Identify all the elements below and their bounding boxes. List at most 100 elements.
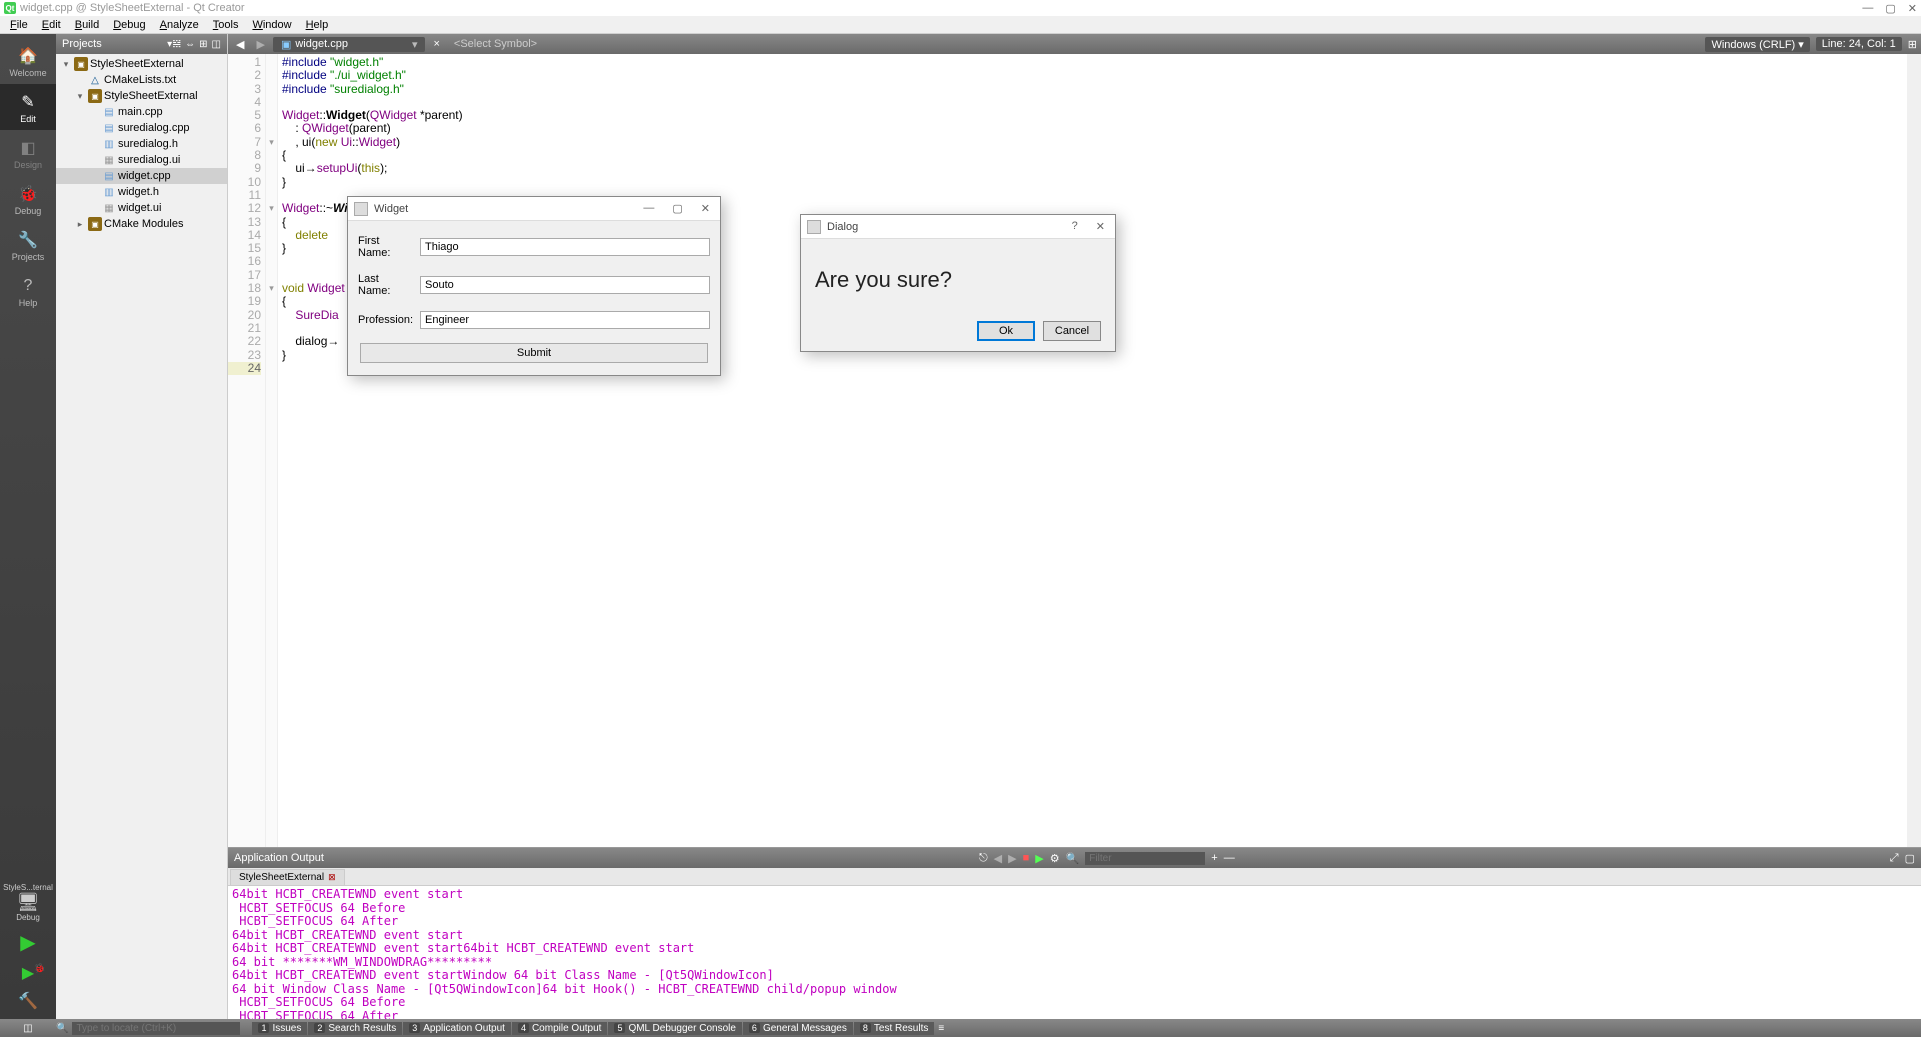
fold-column[interactable]: ▾ ▾ ▾	[266, 54, 278, 847]
help-icon: ?	[14, 274, 42, 298]
nav-forward-button[interactable]: ▶	[252, 38, 268, 51]
filter-icon[interactable]: ▾𝍇	[167, 39, 181, 50]
prev-icon[interactable]: ◀	[994, 852, 1002, 865]
run-debug-button[interactable]: ▶🐞	[22, 963, 34, 983]
menu-window[interactable]: Window	[246, 17, 297, 33]
menu-analyze[interactable]: Analyze	[154, 17, 205, 33]
tabs-overflow-icon[interactable]: ≡	[938, 1023, 944, 1034]
menu-tools[interactable]: Tools	[207, 17, 245, 33]
mode-rail: 🏠 Welcome ✎ Edit ◧ Design 🐞 Debug 🔧 Proj…	[0, 34, 56, 1019]
sidebar-toggle-icon[interactable]: ◫	[23, 1023, 32, 1034]
qt-logo-icon: Qt	[4, 2, 16, 14]
submit-button[interactable]: Submit	[360, 343, 708, 363]
projects-panel-header: Projects ▾𝍇 ⇔ ⊞ ◫	[56, 34, 227, 54]
mode-projects[interactable]: 🔧 Projects	[0, 222, 56, 268]
dialog-minimize-button[interactable]: —	[639, 202, 658, 215]
mode-debug[interactable]: 🐞 Debug	[0, 176, 56, 222]
status-tab[interactable]: 5QML Debugger Console	[608, 1022, 741, 1035]
tree-item[interactable]: △CMakeLists.txt	[56, 72, 227, 88]
run-button[interactable]: ▶	[20, 930, 35, 955]
tree-item[interactable]: ▦suredialog.ui	[56, 152, 227, 168]
last-name-input[interactable]	[420, 276, 710, 294]
window-minimize-button[interactable]: —	[1862, 2, 1873, 15]
output-text[interactable]: 64bit HCBT_CREATEWND event start HCBT_SE…	[228, 886, 1921, 1019]
attach-icon[interactable]: ⎋	[979, 852, 988, 865]
stop-icon[interactable]: ■	[1023, 852, 1030, 864]
code-editor[interactable]: 123456789101112131415161718192021222324 …	[228, 54, 1921, 847]
mode-edit[interactable]: ✎ Edit	[0, 84, 56, 130]
widget-dialog: Widget — ▢ ✕ First Name: Last Name: Prof…	[347, 196, 721, 376]
first-name-input[interactable]	[420, 238, 710, 256]
ok-button[interactable]: Ok	[977, 321, 1035, 341]
tree-item[interactable]: ▸▣CMake Modules	[56, 216, 227, 232]
tree-item[interactable]: ▦widget.ui	[56, 200, 227, 216]
menu-build[interactable]: Build	[69, 17, 105, 33]
window-close-button[interactable]: ✕	[1908, 2, 1917, 15]
tree-item[interactable]: ▥widget.h	[56, 184, 227, 200]
tree-item[interactable]: ▾▣StyleSheetExternal	[56, 88, 227, 104]
edit-icon: ✎	[14, 90, 42, 114]
split-editor-icon[interactable]: ⊞	[1908, 38, 1917, 51]
nav-back-button[interactable]: ◀	[232, 38, 248, 51]
cancel-button[interactable]: Cancel	[1043, 321, 1101, 341]
split-icon[interactable]: ◫	[212, 39, 221, 50]
widget-dialog-titlebar[interactable]: Widget — ▢ ✕	[348, 197, 720, 221]
kit-selector[interactable]: StyleS...ternal 🖥 Debug	[3, 883, 53, 922]
locator-input[interactable]	[72, 1022, 240, 1035]
tree-item[interactable]: ▾▣StyleSheetExternal	[56, 56, 227, 72]
dialog-help-button[interactable]: ?	[1068, 220, 1082, 233]
build-button[interactable]: 🔨	[18, 991, 38, 1011]
add-output-icon[interactable]: +	[1211, 852, 1217, 864]
tree-item[interactable]: ▤suredialog.cpp	[56, 120, 227, 136]
line-ending-selector[interactable]: Windows (CRLF) ▾	[1705, 37, 1809, 52]
line-number-gutter: 123456789101112131415161718192021222324	[228, 54, 266, 847]
menu-help[interactable]: Help	[300, 17, 335, 33]
confirm-dialog-titlebar[interactable]: Dialog ? ✕	[801, 215, 1115, 239]
open-file-dropdown[interactable]: ▣ widget.cpp ▾	[273, 37, 426, 52]
status-tab[interactable]: 2Search Results	[308, 1022, 402, 1035]
dialog-app-icon	[807, 220, 821, 234]
code-text[interactable]: #include "widget.h"#include "./ui_widget…	[278, 54, 1921, 847]
dialog-maximize-button[interactable]: ▢	[668, 202, 686, 215]
status-tab[interactable]: 3Application Output	[403, 1022, 511, 1035]
close-tab-icon[interactable]: ⊠	[328, 872, 336, 883]
tree-item[interactable]: ▤main.cpp	[56, 104, 227, 120]
dialog-close-button[interactable]: ✕	[1092, 220, 1109, 233]
editor-scrollbar[interactable]	[1907, 54, 1921, 847]
window-maximize-button[interactable]: ▢	[1885, 2, 1895, 15]
output-tab[interactable]: StyleSheetExternal ⊠	[230, 869, 345, 885]
dialog-close-button[interactable]: ✕	[697, 202, 714, 215]
close-output-icon[interactable]: ▢	[1905, 852, 1915, 865]
next-icon[interactable]: ▶	[1008, 852, 1016, 865]
menu-debug[interactable]: Debug	[107, 17, 151, 33]
add-icon[interactable]: ⊞	[199, 39, 207, 50]
tree-item[interactable]: ▥suredialog.h	[56, 136, 227, 152]
settings-icon[interactable]: ⚙	[1050, 852, 1060, 865]
dialog-app-icon	[354, 202, 368, 216]
profession-input[interactable]	[420, 311, 710, 329]
menu-edit[interactable]: Edit	[36, 17, 67, 33]
mode-welcome[interactable]: 🏠 Welcome	[0, 38, 56, 84]
tree-item[interactable]: ▤widget.cpp	[56, 168, 227, 184]
mode-help[interactable]: ? Help	[0, 268, 56, 314]
last-name-label: Last Name:	[358, 273, 414, 297]
link-icon[interactable]: ⇔	[185, 39, 195, 50]
menu-file[interactable]: FFileile	[4, 17, 34, 33]
confirm-message: Are you sure?	[815, 267, 1101, 293]
output-tabs: StyleSheetExternal ⊠	[228, 868, 1921, 886]
collapse-output-icon[interactable]: —	[1224, 852, 1235, 864]
status-tab[interactable]: 6General Messages	[743, 1022, 853, 1035]
status-tab[interactable]: 8Test Results	[854, 1022, 934, 1035]
close-file-button[interactable]: ×	[429, 38, 443, 50]
project-tree[interactable]: ▾▣StyleSheetExternal△CMakeLists.txt▾▣Sty…	[56, 54, 227, 1019]
status-tab[interactable]: 1Issues	[252, 1022, 307, 1035]
expand-icon[interactable]: ⤢	[1890, 852, 1899, 865]
mode-design[interactable]: ◧ Design	[0, 130, 56, 176]
status-tab[interactable]: 4Compile Output	[512, 1022, 608, 1035]
editor-area: ◀ ▶ ▣ widget.cpp ▾ × <Select Symbol> Win…	[228, 34, 1921, 1019]
output-title: Application Output	[234, 852, 324, 864]
output-toolbar: Application Output ⎋ ◀ ▶ ■ ▶ ⚙ 🔍 + — ⤢ ▢	[228, 848, 1921, 868]
symbol-dropdown[interactable]: <Select Symbol>	[448, 37, 543, 51]
rerun-icon[interactable]: ▶	[1035, 852, 1043, 865]
output-filter-input[interactable]	[1085, 852, 1205, 865]
